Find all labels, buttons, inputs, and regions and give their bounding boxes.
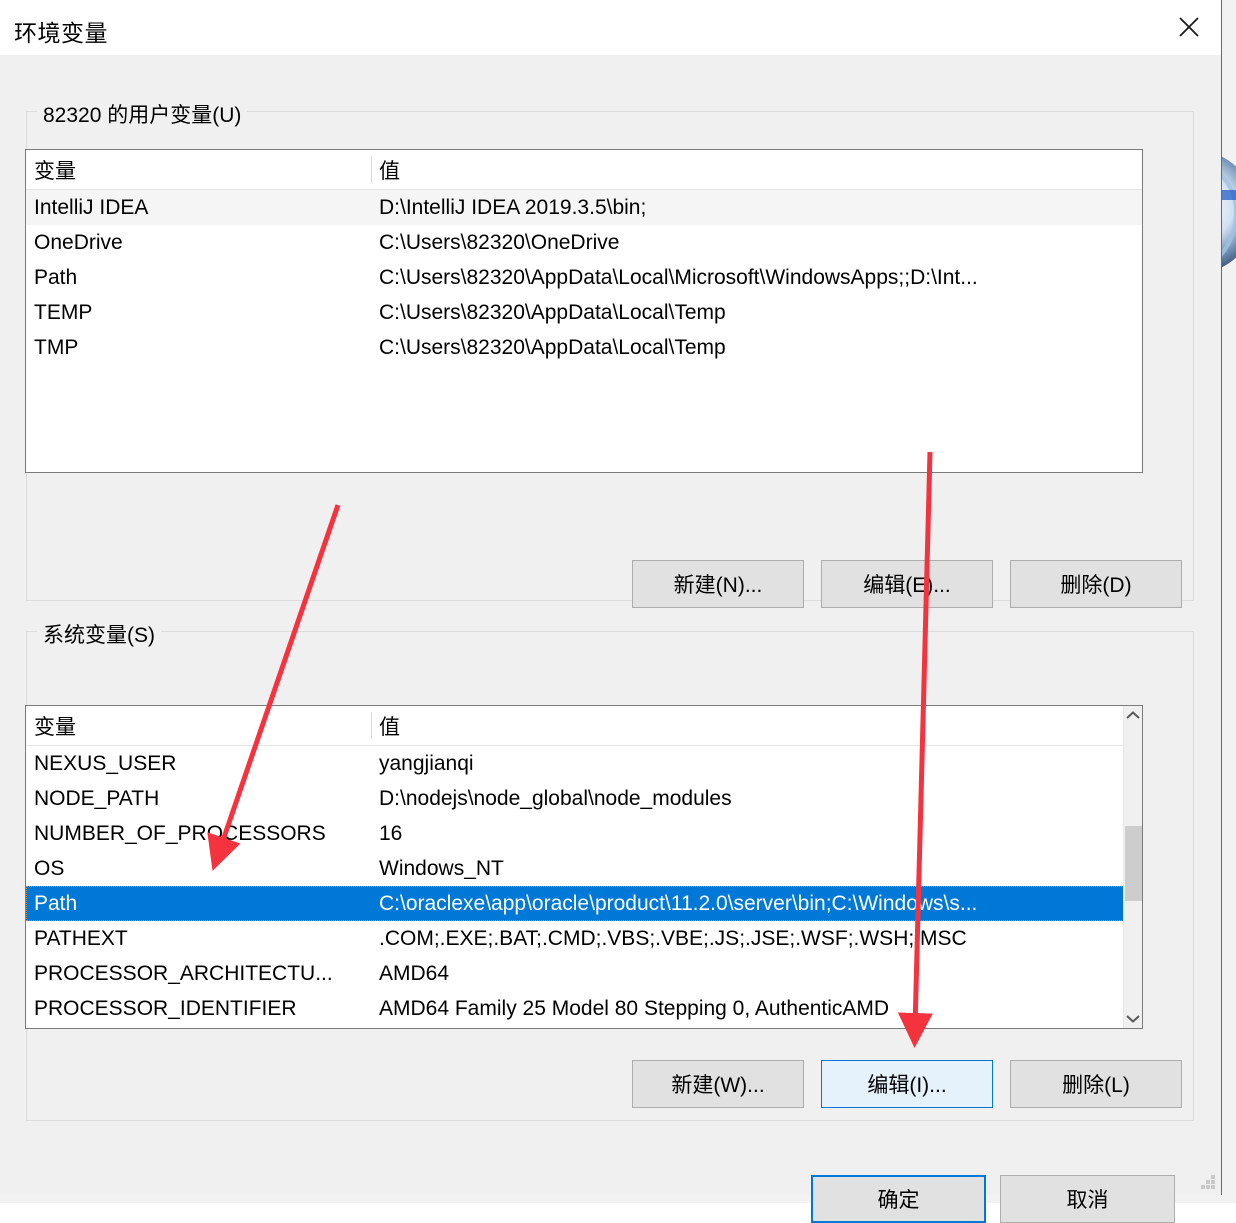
scroll-up-button[interactable] [1124,706,1142,725]
system-list-header: 变量 值 [26,706,1124,746]
variable-value: C:\oraclexe\app\oracle\product\11.2.0\se… [379,891,978,915]
scroll-down-button[interactable] [1124,1009,1142,1028]
system-edit-button[interactable]: 编辑(I)... [821,1060,993,1108]
table-row[interactable]: PROCESSOR_IDENTIFIER AMD64 Family 25 Mod… [26,991,1124,1026]
table-row[interactable]: NUMBER_OF_PROCESSORS 16 [26,816,1124,851]
variable-name: IntelliJ IDEA [34,195,149,219]
variable-name: NUMBER_OF_PROCESSORS [34,821,326,845]
user-new-button[interactable]: 新建(N)... [632,560,804,608]
resize-grip[interactable] [1201,1175,1215,1189]
system-col-value[interactable]: 值 [371,706,1124,745]
user-variables-list[interactable]: 变量 值 IntelliJ IDEA D:\IntelliJ IDEA 2019… [25,149,1143,473]
table-row[interactable]: PROCESSOR_ARCHITECTU... AMD64 [26,956,1124,991]
variable-value: C:\Users\82320\AppData\Local\Temp [379,335,726,359]
dialog-titlebar[interactable]: 环境变量 [0,0,1221,55]
user-list-rows: IntelliJ IDEA D:\IntelliJ IDEA 2019.3.5\… [26,190,1142,365]
table-row[interactable]: IntelliJ IDEA D:\IntelliJ IDEA 2019.3.5\… [26,190,1142,225]
dialog-body: 82320 的用户变量(U) 变量 值 IntelliJ IDEA D:\Int… [0,55,1221,1223]
variable-value: C:\Users\82320\OneDrive [379,230,620,254]
close-icon [1179,17,1199,37]
table-row[interactable]: TEMP C:\Users\82320\AppData\Local\Temp [26,295,1142,330]
variable-value: C:\Users\82320\AppData\Local\Temp [379,300,726,324]
variable-value: AMD64 [379,961,450,985]
system-new-button[interactable]: 新建(W)... [632,1060,804,1108]
variable-name: NEXUS_USER [34,751,177,775]
user-edit-button[interactable]: 编辑(E)... [821,560,993,608]
ok-button[interactable]: 确定 [811,1175,986,1223]
variable-name: PROCESSOR_ARCHITECTU... [34,961,333,985]
system-delete-button[interactable]: 删除(L) [1010,1060,1182,1108]
user-col-variable[interactable]: 变量 [26,150,371,189]
chevron-down-icon [1126,1015,1140,1023]
cancel-button[interactable]: 取消 [1000,1175,1175,1223]
variable-name: OneDrive [34,230,123,254]
variable-name: OS [34,856,65,880]
scroll-thumb[interactable] [1125,826,1142,901]
variable-name: Path [34,891,78,915]
close-button[interactable] [1157,0,1221,54]
dialog-title: 环境变量 [14,20,108,46]
table-row[interactable]: Path C:\Users\82320\AppData\Local\Micros… [26,260,1142,295]
variable-name: PATHEXT [34,926,128,950]
user-col-value[interactable]: 值 [371,150,1142,189]
table-row-selected[interactable]: Path C:\oraclexe\app\oracle\product\11.2… [26,886,1124,921]
user-variables-label: 82320 的用户变量(U) [37,99,248,129]
variable-value: D:\IntelliJ IDEA 2019.3.5\bin; [379,195,647,219]
variable-value: D:\nodejs\node_global\node_modules [379,786,732,810]
environment-variables-dialog: 环境变量 82320 的用户变量(U) 变量 值 IntelliJ IDEA D… [0,0,1222,1223]
chevron-up-icon [1126,711,1140,719]
variable-value: C:\Users\82320\AppData\Local\Microsoft\W… [379,265,978,289]
table-row[interactable]: NODE_PATH D:\nodejs\node_global\node_mod… [26,781,1124,816]
table-row[interactable]: NEXUS_USER yangjianqi [26,746,1124,781]
system-list-rows: NEXUS_USER yangjianqi NODE_PATH D:\nodej… [26,746,1124,1026]
variable-value: .COM;.EXE;.BAT;.CMD;.VBS;.VBE;.JS;.JSE;.… [379,926,967,950]
table-row[interactable]: PATHEXT .COM;.EXE;.BAT;.CMD;.VBS;.VBE;.J… [26,921,1124,956]
table-row[interactable]: OneDrive C:\Users\82320\OneDrive [26,225,1142,260]
variable-value: AMD64 Family 25 Model 80 Stepping 0, Aut… [379,996,890,1020]
variable-name: NODE_PATH [34,786,160,810]
system-variables-list[interactable]: 变量 值 NEXUS_USER yangjianqi NODE_PATH D:\… [25,705,1143,1029]
variable-name: Path [34,265,78,289]
system-variables-label: 系统变量(S) [37,619,161,649]
variable-value: 16 [379,821,403,845]
system-list-scrollbar[interactable] [1123,706,1142,1028]
variable-value: Windows_NT [379,856,504,880]
table-row[interactable]: OS Windows_NT [26,851,1124,886]
user-delete-button[interactable]: 删除(D) [1010,560,1182,608]
user-list-header: 变量 值 [26,150,1142,190]
table-row[interactable]: TMP C:\Users\82320\AppData\Local\Temp [26,330,1142,365]
system-col-variable[interactable]: 变量 [26,706,371,745]
variable-value: yangjianqi [379,751,474,775]
variable-name: TMP [34,335,79,359]
variable-name: TEMP [34,300,93,324]
variable-name: PROCESSOR_IDENTIFIER [34,996,297,1020]
